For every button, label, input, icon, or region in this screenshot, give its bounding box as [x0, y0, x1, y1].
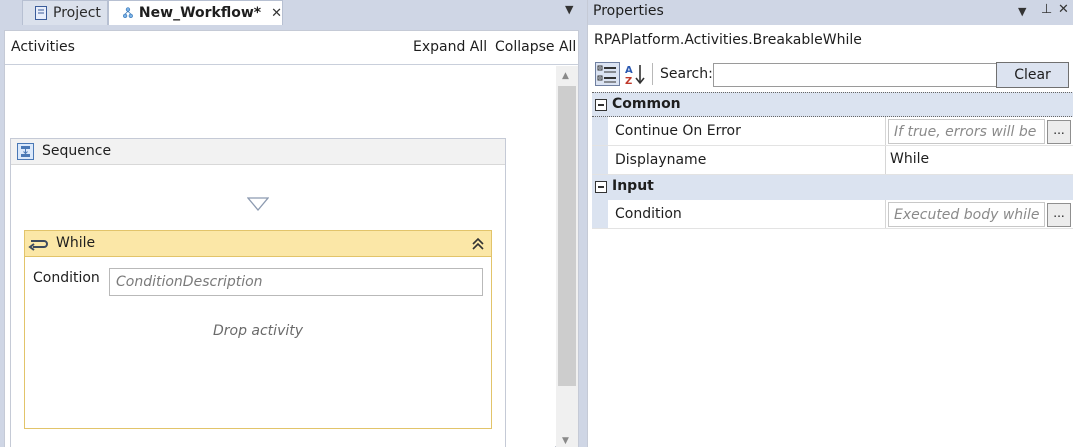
tab-list-dropdown-icon[interactable]: ▼ [565, 3, 573, 16]
sequence-icon [17, 143, 34, 160]
property-grid: Common Continue On Error ... Displayname… [592, 92, 1073, 232]
scrollbar-thumb[interactable] [558, 86, 576, 386]
category-input[interactable]: Input [592, 175, 1073, 200]
toolbar-separator [652, 63, 653, 85]
workflow-icon [123, 7, 133, 18]
property-name: Continue On Error [615, 123, 741, 139]
sort-az-icon: A Z [625, 65, 645, 87]
close-tab-icon[interactable]: ✕ [271, 6, 282, 21]
continue-on-error-input[interactable] [888, 119, 1045, 144]
drop-activity-placeholder[interactable]: Drop activity [25, 323, 491, 339]
properties-toolbar: A Z Search: Clear [588, 60, 1073, 88]
condition-property-input[interactable] [888, 202, 1045, 227]
document-tab-bar: Project New_Workflow* ✕ ▼ [0, 0, 583, 25]
categorized-view-button[interactable] [595, 62, 620, 86]
category-label: Input [612, 178, 654, 194]
clear-search-button[interactable]: Clear [996, 62, 1069, 88]
collapse-category-icon[interactable] [595, 99, 607, 111]
property-row-condition[interactable]: Condition ... [592, 200, 1073, 229]
sequence-header[interactable]: Sequence [11, 139, 505, 165]
property-row-displayname[interactable]: Displayname While [592, 146, 1073, 175]
search-label: Search: [660, 66, 713, 82]
category-label: Common [612, 96, 681, 112]
sequence-activity[interactable]: Sequence While Condition ConditionDescri… [10, 138, 506, 447]
collapse-all-link[interactable]: Collapse All [495, 39, 576, 55]
workflow-document-panel: Project New_Workflow* ✕ ▼ Activities Exp… [0, 0, 583, 447]
properties-title: Properties [593, 3, 664, 19]
sequence-title: Sequence [42, 143, 112, 159]
categorized-icon [597, 65, 616, 83]
designer-surface: Sequence While Condition ConditionDescri… [5, 66, 555, 447]
displayname-value[interactable]: While [890, 151, 929, 167]
condition-input[interactable] [109, 268, 483, 296]
tab-project[interactable]: Project [22, 0, 108, 25]
property-name: Condition [615, 206, 682, 222]
tab-new-workflow[interactable]: New_Workflow* ✕ [108, 0, 283, 25]
property-search-input[interactable] [713, 63, 997, 87]
selected-type-name: RPAPlatform.Activities.BreakableWhile [594, 32, 862, 48]
close-panel-icon[interactable]: ✕ [1058, 2, 1069, 17]
property-name: Displayname [615, 152, 707, 168]
workflow-canvas: Activities Expand All Collapse All Seque… [4, 30, 579, 447]
while-header[interactable]: While [25, 231, 491, 257]
column-divider [885, 146, 886, 174]
document-icon [35, 6, 47, 20]
pin-icon[interactable]: ⊥ [1041, 2, 1052, 17]
activities-label: Activities [11, 39, 75, 55]
scroll-down-icon[interactable]: ▼ [562, 436, 569, 446]
panel-menu-dropdown-icon[interactable]: ▼ [1018, 5, 1026, 18]
canvas-header: Activities Expand All Collapse All [5, 31, 578, 65]
canvas-vertical-scrollbar[interactable]: ▲ ▼ [556, 66, 578, 447]
tab-project-label: Project [53, 5, 101, 21]
scroll-up-icon[interactable]: ▲ [562, 71, 569, 81]
column-divider [885, 117, 886, 145]
column-divider [885, 200, 886, 228]
properties-title-bar: Properties ▼ ⊥ ✕ [588, 0, 1073, 25]
collapse-category-icon[interactable] [595, 181, 607, 193]
svg-text:A: A [625, 65, 633, 76]
while-activity[interactable]: While Condition Drop activity [24, 230, 492, 429]
loop-icon [28, 240, 48, 251]
properties-panel: Properties ▼ ⊥ ✕ RPAPlatform.Activities.… [587, 0, 1073, 447]
drop-target-arrow-icon[interactable] [247, 197, 269, 211]
collapse-chevron-icon[interactable] [471, 236, 485, 252]
svg-text:Z: Z [625, 76, 632, 86]
ellipsis-button[interactable]: ... [1047, 120, 1071, 144]
condition-label: Condition [33, 270, 100, 286]
property-row-continue-on-error[interactable]: Continue On Error ... [592, 117, 1073, 146]
tab-new-workflow-label: New_Workflow* [138, 5, 262, 21]
category-common[interactable]: Common [592, 92, 1073, 117]
ellipsis-button[interactable]: ... [1047, 203, 1071, 227]
alphabetical-sort-button[interactable]: A Z [623, 62, 648, 87]
while-title: While [56, 235, 96, 251]
expand-all-link[interactable]: Expand All [413, 39, 487, 55]
